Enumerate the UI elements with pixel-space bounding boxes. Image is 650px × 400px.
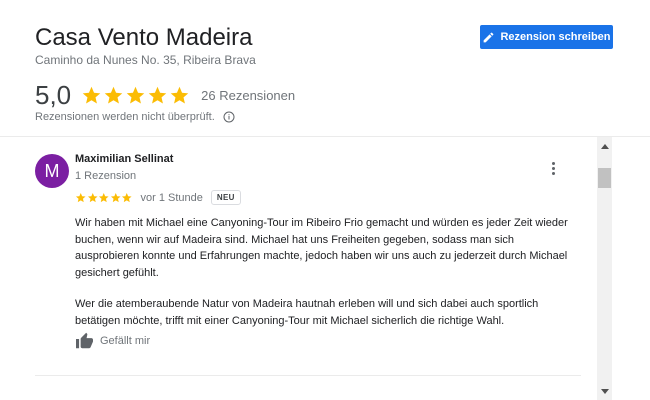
thumbs-up-icon	[76, 332, 93, 349]
star-icon	[148, 86, 167, 104]
write-review-button[interactable]: Rezension schreiben	[480, 25, 613, 49]
star-icon	[87, 192, 98, 202]
scroll-up-arrow-icon[interactable]	[597, 139, 612, 154]
notice-text: Rezensionen werden nicht überprüft.	[35, 111, 215, 123]
star-icon	[110, 192, 121, 202]
star-icon	[104, 86, 123, 104]
star-icon	[121, 192, 132, 202]
rating-summary: 5,0 26 Rezensionen	[35, 80, 295, 110]
divider	[0, 136, 650, 137]
review-time: vor 1 Stunde	[140, 191, 203, 204]
rating-stars	[81, 85, 190, 106]
like-label: Gefällt mir	[100, 334, 151, 347]
write-review-label: Rezension schreiben	[500, 31, 611, 43]
review-text: Wir haben mit Michael eine Canyoning-Tou…	[75, 215, 575, 344]
avatar[interactable]: M	[35, 154, 69, 188]
review-meta: vor 1 Stunde NEU	[75, 190, 241, 205]
info-icon[interactable]	[223, 111, 235, 123]
scrollbar[interactable]	[597, 137, 612, 400]
reviewer-name[interactable]: Maximilian Sellinat	[75, 153, 173, 165]
new-badge: NEU	[210, 190, 241, 205]
review-paragraph: Wir haben mit Michael eine Canyoning-Tou…	[75, 217, 568, 279]
review-count[interactable]: 26 Rezensionen	[201, 88, 295, 103]
rating-value: 5,0	[35, 79, 72, 110]
like-button[interactable]: Gefällt mir	[75, 332, 150, 349]
reviewer-review-count: 1 Rezension	[75, 170, 137, 182]
pencil-icon	[484, 32, 494, 42]
scroll-down-arrow-icon[interactable]	[597, 384, 612, 399]
review-paragraph: Wer die atemberaubende Natur von Madeira…	[75, 298, 539, 327]
star-icon	[126, 86, 145, 104]
more-options-icon[interactable]	[546, 160, 560, 176]
star-icon	[170, 86, 189, 104]
place-address: Caminho da Nunes No. 35, Ribeira Brava	[35, 53, 256, 67]
star-icon	[98, 192, 109, 202]
unverified-notice: Rezensionen werden nicht überprüft.	[35, 111, 235, 123]
star-icon	[75, 192, 86, 202]
divider	[35, 375, 581, 376]
scrollbar-thumb[interactable]	[598, 168, 611, 188]
star-icon	[82, 86, 101, 104]
review-stars	[75, 192, 133, 204]
place-title: Casa Vento Madeira	[35, 24, 253, 51]
